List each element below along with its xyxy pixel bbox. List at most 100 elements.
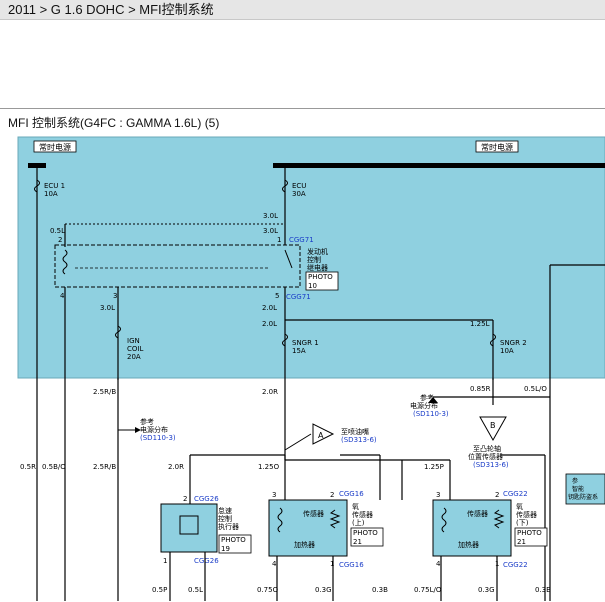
wiring-diagram: 常时电源 常时电源 ECU 1 10A ECU 30A 3.0L 3.0L 0.… bbox=[17, 136, 605, 601]
wire-label: 1.25P bbox=[424, 463, 444, 471]
wire-label: 1.25L bbox=[470, 320, 490, 328]
connector-cgg16-top: CGG16 bbox=[339, 490, 364, 498]
connector-cgg22-bottom: CGG22 bbox=[503, 561, 528, 569]
connector-a-ref: (SD313-6) bbox=[341, 436, 377, 444]
wire-label: 0.75L/O bbox=[414, 586, 442, 594]
fuse-sngr1-name: SNGR 1 bbox=[292, 339, 319, 347]
o2-down-photo-num: 21 bbox=[517, 538, 526, 546]
connector-cgg71-bottom: CGG71 bbox=[286, 293, 311, 301]
connector-cgg71-top: CGG71 bbox=[289, 236, 314, 244]
ref1-l1: 参考 bbox=[140, 417, 154, 426]
fuse-ign-name2: COIL bbox=[127, 345, 143, 353]
connector-a-label: A bbox=[318, 431, 324, 440]
fuse-ecu-name: ECU bbox=[292, 182, 306, 190]
connector-cgg22-top: CGG22 bbox=[503, 490, 528, 498]
actuator-l1: 怠速 bbox=[218, 506, 232, 515]
connector-cgg16-bottom: CGG16 bbox=[339, 561, 364, 569]
wire-label: 2.0L bbox=[262, 304, 277, 312]
power-bar-left bbox=[28, 163, 46, 168]
fuse-sngr2-rating: 10A bbox=[500, 347, 514, 355]
relay-photo-num: 10 bbox=[308, 282, 317, 290]
connector-b-text1: 至凸轮轴 bbox=[473, 444, 501, 453]
pin-label: 1 bbox=[277, 236, 281, 244]
wire-label: 1.25O bbox=[258, 463, 280, 471]
o2-down-photo: PHOTO bbox=[517, 529, 542, 537]
o2-up-l3: (上) bbox=[352, 518, 365, 527]
ref2-l2: 电源分布 bbox=[410, 401, 438, 410]
wire-label: 2.5R/B bbox=[93, 463, 116, 471]
o2-up-photo: PHOTO bbox=[353, 529, 378, 537]
o2-up-inner1: 传感器 bbox=[303, 509, 324, 518]
actuator-l2: 控制 bbox=[218, 514, 232, 523]
fuse-sngr1-rating: 15A bbox=[292, 347, 306, 355]
wire-label: 3.0L bbox=[100, 304, 115, 312]
pin-label: 1 bbox=[163, 557, 167, 565]
power-bar-right bbox=[273, 163, 605, 168]
o2-down-inner1: 传感器 bbox=[467, 509, 488, 518]
relay-label-1: 发动机 bbox=[307, 247, 328, 256]
wire-label: 3.0L bbox=[263, 212, 278, 220]
fuse-ign-name: IGN bbox=[127, 337, 140, 345]
wire-label: 0.5P bbox=[152, 586, 167, 594]
wire-label: 3.0L bbox=[263, 227, 278, 235]
pin-label: 3 bbox=[436, 491, 440, 499]
pin-label: 2 bbox=[330, 491, 334, 499]
o2-up-l1: 氧 bbox=[352, 502, 359, 511]
relay-photo: PHOTO bbox=[308, 273, 333, 281]
wire-label: 0.5R bbox=[20, 463, 36, 471]
o2-up-l2: 传感器 bbox=[352, 510, 373, 519]
actuator-photo: PHOTO bbox=[221, 536, 246, 544]
o2-down-l1: 氧 bbox=[516, 502, 523, 511]
pin-label: 2 bbox=[58, 236, 62, 244]
wire-label: 0.3B bbox=[372, 586, 388, 594]
connector-cgg26-bottom: CGG26 bbox=[194, 557, 219, 565]
relay-label-2: 控制 bbox=[307, 255, 321, 264]
ref1-l3: (SD110-3) bbox=[140, 434, 176, 442]
pin-label: 2 bbox=[495, 491, 499, 499]
pin-label: 4 bbox=[436, 560, 441, 568]
o2-up-inner2: 加热器 bbox=[294, 540, 315, 549]
o2-down-inner2: 加热器 bbox=[458, 540, 479, 549]
actuator-l3: 执行器 bbox=[218, 522, 239, 531]
o2-down-l3: (下) bbox=[516, 519, 529, 527]
pin-label: 2 bbox=[183, 495, 187, 503]
wire-label: 0.5L bbox=[188, 586, 203, 594]
wire-label: 0.3B bbox=[535, 586, 551, 594]
right-box-l3: 钥匙防盗系 bbox=[568, 493, 598, 501]
connector-b-ref: (SD313-6) bbox=[473, 461, 509, 469]
connector-b-text2: 位置传感器 bbox=[468, 452, 503, 461]
wire-label: 0.3G bbox=[315, 586, 332, 594]
connector-a-text: 至喷油嘴 bbox=[341, 427, 369, 436]
pin-label: 5 bbox=[275, 292, 279, 300]
wire-label: 2.5R/B bbox=[93, 388, 116, 396]
wire-label: 0.5L bbox=[50, 227, 65, 235]
ref2-l3: (SD110-3) bbox=[413, 410, 449, 418]
connector-b-label: B bbox=[490, 421, 496, 430]
right-box-l1: 参 bbox=[572, 477, 578, 485]
wire-label: 0.5B/O bbox=[42, 463, 66, 471]
right-box-l2: 智能 bbox=[572, 485, 584, 493]
pin-label: 3 bbox=[272, 491, 276, 499]
wire-label: 0.5L/O bbox=[524, 385, 547, 393]
o2-down-l2: 传感器 bbox=[516, 510, 537, 519]
fuse-ecu1-name: ECU 1 bbox=[44, 182, 65, 190]
wire-label: 2.0R bbox=[262, 388, 278, 396]
ref1-l2: 电源分布 bbox=[140, 425, 168, 434]
ref2-l1: 参考 bbox=[420, 393, 434, 402]
wire-label: 0.85R bbox=[470, 385, 491, 393]
fuse-sngr2-name: SNGR 2 bbox=[500, 339, 527, 347]
actuator-photo-num: 19 bbox=[221, 545, 230, 553]
fuse-ign-rating: 20A bbox=[127, 353, 141, 361]
fuse-ecu-rating: 30A bbox=[292, 190, 306, 198]
power-label-right: 常时电源 bbox=[481, 142, 513, 152]
wire-label: 2.0R bbox=[168, 463, 184, 471]
fuse-ecu1-rating: 10A bbox=[44, 190, 58, 198]
pin-label: 1 bbox=[330, 560, 334, 568]
o2-up-photo-num: 21 bbox=[353, 538, 362, 546]
pin-label: 4 bbox=[272, 560, 277, 568]
relay-label-3: 继电器 bbox=[307, 263, 328, 272]
pin-label: 3 bbox=[113, 292, 117, 300]
pin-label: 4 bbox=[60, 292, 65, 300]
idle-actuator bbox=[160, 503, 218, 553]
connector-cgg26-top: CGG26 bbox=[194, 495, 219, 503]
